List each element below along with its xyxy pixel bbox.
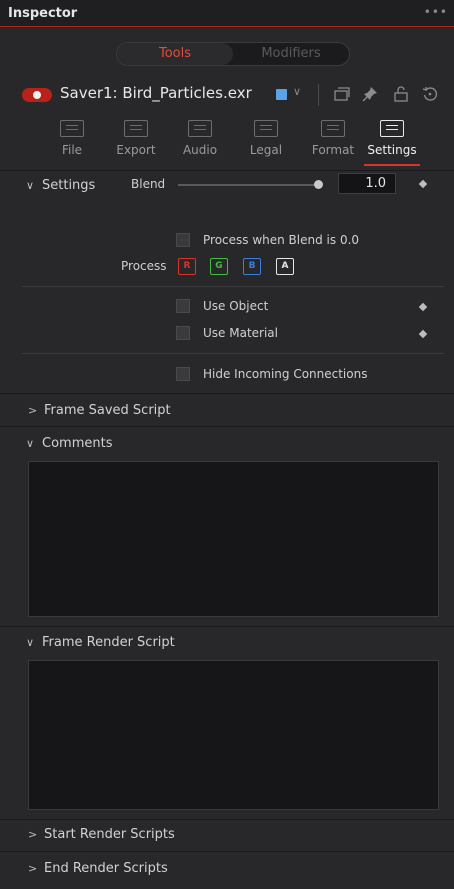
chevron-right-icon: > <box>28 828 38 841</box>
section-divider <box>0 626 454 627</box>
inspector-title: Inspector <box>8 5 78 21</box>
divider <box>22 286 444 287</box>
tab-label: File <box>61 143 83 157</box>
header-divider <box>318 84 319 106</box>
tab-label: Export <box>116 143 156 157</box>
keyframe-diamond-icon[interactable] <box>418 329 428 339</box>
tab-settings[interactable]: Settings <box>362 118 422 168</box>
section-label: End Render Scripts <box>44 861 168 876</box>
use-object-checkbox[interactable] <box>176 299 190 313</box>
stack-icon[interactable] <box>333 86 351 102</box>
section-label: Frame Saved Script <box>44 403 171 418</box>
tab-tools[interactable]: Tools <box>117 43 233 65</box>
blend-slider[interactable] <box>178 184 318 186</box>
section-comments[interactable]: ∨ Comments <box>26 436 112 451</box>
tool-color-swatch[interactable] <box>276 89 287 100</box>
tab-audio[interactable]: Audio <box>170 118 230 168</box>
inspector-panel: Inspector ••• Tools Modifiers Saver1: Bi… <box>0 0 454 889</box>
blend-value-field[interactable]: 1.0 <box>338 173 396 194</box>
file-icon <box>60 120 84 137</box>
chevron-right-icon: > <box>28 404 38 417</box>
tab-modifiers[interactable]: Modifiers <box>233 43 349 65</box>
inspector-title-bar: Inspector ••• <box>0 0 454 27</box>
section-end-render-scripts[interactable]: > End Render Scripts <box>28 861 168 876</box>
section-label: Settings <box>42 178 96 193</box>
process-blue-toggle[interactable]: B <box>243 258 261 275</box>
tab-legal[interactable]: Legal <box>236 118 296 168</box>
blend-label: Blend <box>131 177 166 191</box>
tools-modifiers-switch: Tools Modifiers <box>116 42 350 66</box>
reset-icon[interactable] <box>422 86 438 102</box>
more-options-icon[interactable]: ••• <box>424 5 448 19</box>
process-alpha-toggle[interactable]: A <box>276 258 294 275</box>
tab-label: Audio <box>182 143 218 157</box>
chevron-down-icon[interactable]: ∨ <box>293 85 301 98</box>
keyframe-diamond-icon[interactable] <box>418 179 428 189</box>
keyframe-diamond-icon[interactable] <box>418 302 428 312</box>
tool-name: Saver1: Bird_Particles.exr <box>60 84 252 102</box>
chevron-right-icon: > <box>28 862 38 875</box>
audio-icon <box>188 120 212 137</box>
active-tab-underline <box>364 164 420 166</box>
hide-incoming-connections-checkbox[interactable] <box>176 367 190 381</box>
section-frame-saved-script[interactable]: > Frame Saved Script <box>28 403 171 418</box>
blend-slider-handle[interactable] <box>314 180 323 189</box>
section-frame-render-script[interactable]: ∨ Frame Render Script <box>26 635 175 650</box>
tab-file[interactable]: File <box>42 118 102 168</box>
process-when-blend-zero-label: Process when Blend is 0.0 <box>203 233 360 247</box>
chevron-down-icon: ∨ <box>26 179 35 192</box>
section-divider <box>0 426 454 427</box>
legal-icon <box>254 120 278 137</box>
tab-export[interactable]: Export <box>106 118 166 168</box>
process-red-toggle[interactable]: R <box>178 258 196 275</box>
section-divider <box>0 851 454 852</box>
use-material-checkbox[interactable] <box>176 326 190 340</box>
chevron-down-icon: ∨ <box>26 437 35 450</box>
tab-label: Format <box>311 143 355 157</box>
settings-icon <box>380 120 404 137</box>
tabs-divider <box>0 170 454 171</box>
hide-incoming-connections-label: Hide Incoming Connections <box>203 367 368 381</box>
tab-format[interactable]: Format <box>303 118 363 168</box>
tab-label: Legal <box>249 143 283 157</box>
section-settings[interactable]: ∨ Settings <box>26 178 95 193</box>
format-icon <box>321 120 345 137</box>
tab-label: Settings <box>367 143 417 157</box>
section-label: Start Render Scripts <box>44 827 175 842</box>
pin-icon[interactable] <box>362 86 378 102</box>
section-divider <box>0 393 454 394</box>
section-label: Frame Render Script <box>42 635 175 650</box>
section-start-render-scripts[interactable]: > Start Render Scripts <box>28 827 175 842</box>
chevron-down-icon: ∨ <box>26 636 35 649</box>
process-green-toggle[interactable]: G <box>210 258 228 275</box>
process-label: Process <box>121 259 167 273</box>
frame-render-script-textarea[interactable] <box>28 660 439 810</box>
section-label: Comments <box>42 436 113 451</box>
tool-enable-toggle[interactable] <box>22 88 52 102</box>
use-material-label: Use Material <box>203 326 278 340</box>
comments-textarea[interactable] <box>28 461 439 617</box>
export-icon <box>124 120 148 137</box>
title-accent-line <box>0 26 454 27</box>
lock-icon[interactable] <box>393 85 409 103</box>
use-object-label: Use Object <box>203 299 269 313</box>
divider <box>22 353 444 354</box>
process-when-blend-zero-checkbox[interactable] <box>176 233 190 247</box>
section-divider <box>0 819 454 820</box>
